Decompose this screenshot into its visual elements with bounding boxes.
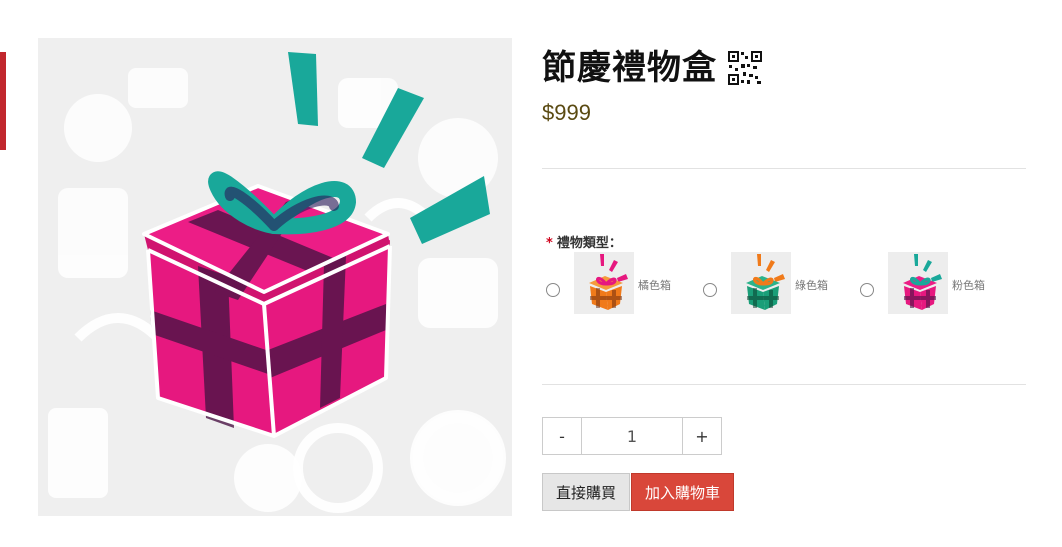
gift-box-illustration: [48, 52, 506, 513]
gift-type-label: * 禮物類型：: [546, 232, 622, 251]
required-mark: *: [546, 236, 553, 251]
product-price: $999: [542, 100, 591, 125]
option-name: 綠色箱: [795, 279, 828, 292]
option-green-box[interactable]: 綠色箱: [699, 252, 828, 314]
gift-type-label-text: 禮物類型：: [556, 236, 622, 251]
buy-now-button[interactable]: 直接購買: [542, 473, 631, 511]
title-row: 節慶禮物盒: [542, 48, 763, 88]
increase-quantity-button[interactable]: +: [682, 417, 722, 455]
radio-pink-box[interactable]: [860, 283, 874, 297]
qr-code-icon[interactable]: [727, 50, 763, 86]
divider: [542, 168, 1026, 169]
green-box-thumbnail[interactable]: [731, 252, 791, 314]
divider: [542, 384, 1026, 385]
radio-orange-box[interactable]: [546, 283, 560, 297]
purchase-actions: 直接購買 加入購物車: [542, 473, 735, 511]
quantity-stepper: - 1 +: [542, 417, 722, 455]
radio-green-box[interactable]: [703, 283, 717, 297]
product-title: 節慶禮物盒: [542, 48, 717, 88]
side-accent-bar: [0, 52, 6, 150]
add-to-cart-button[interactable]: 加入購物車: [631, 473, 735, 511]
product-page: 節慶禮物盒 $999 * 禮物類型： 橘色箱 綠色箱 粉色箱 - 1 + 直接購…: [0, 0, 1062, 547]
pink-box-thumbnail[interactable]: [888, 252, 948, 314]
option-pink-box[interactable]: 粉色箱: [856, 252, 985, 314]
option-orange-box[interactable]: 橘色箱: [542, 252, 671, 314]
gift-type-options: 橘色箱 綠色箱 粉色箱: [542, 252, 1013, 314]
orange-box-thumbnail[interactable]: [574, 252, 634, 314]
decrease-quantity-button[interactable]: -: [542, 417, 582, 455]
quantity-input[interactable]: 1: [582, 417, 682, 455]
option-name: 橘色箱: [638, 279, 671, 292]
option-name: 粉色箱: [952, 279, 985, 292]
product-details: 節慶禮物盒 $999 * 禮物類型： 橘色箱 綠色箱 粉色箱 - 1 + 直接購…: [542, 0, 1026, 547]
product-image: [38, 38, 512, 516]
